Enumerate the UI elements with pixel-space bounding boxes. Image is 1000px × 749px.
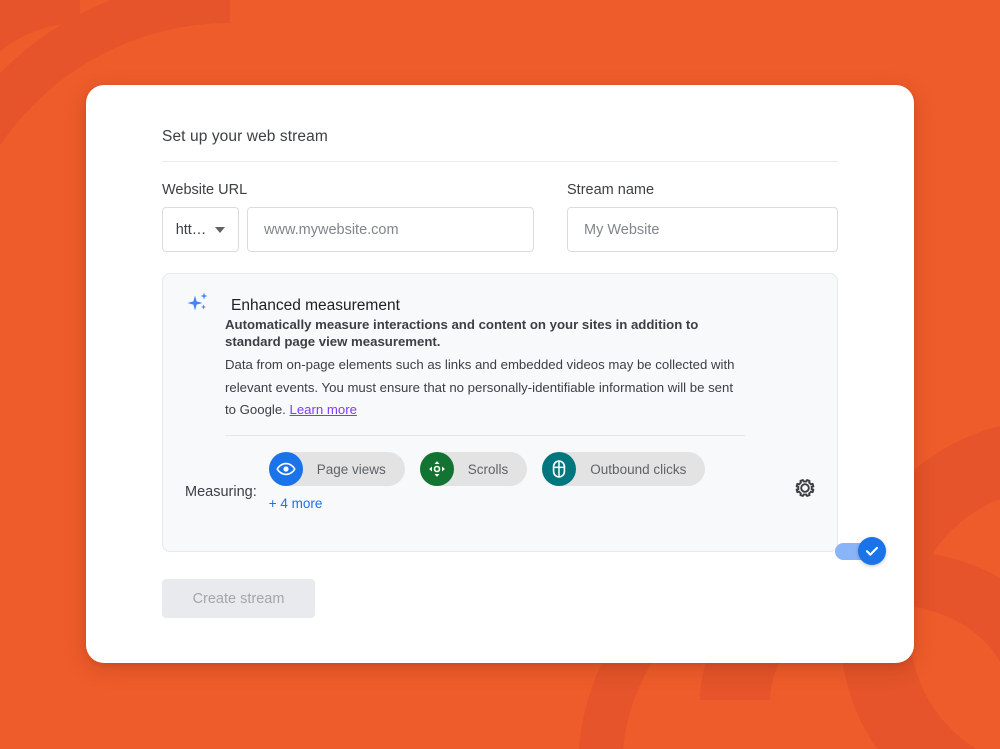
chip-page-views[interactable]: Page views (268, 452, 405, 486)
chip-label: Scrolls (467, 461, 509, 477)
more-measurements-link[interactable]: + 4 more (269, 496, 323, 511)
chip-label: Outbound clicks (590, 461, 687, 477)
chip-label: Page views (316, 461, 386, 477)
chip-outbound-clicks[interactable]: Outbound clicks (542, 452, 706, 486)
description-strong: Automatically measure interactions and c… (225, 317, 699, 349)
chip-scrolls[interactable]: Scrolls (419, 452, 528, 486)
toggle-thumb (858, 537, 886, 565)
eye-icon (268, 452, 303, 486)
stream-name-label: Stream name (567, 182, 655, 198)
measuring-label: Measuring: (185, 484, 257, 500)
measuring-chips: Page views Scrolls Outbound clicks (268, 452, 793, 486)
website-url-controls: htt… (162, 207, 534, 252)
stream-name-input[interactable] (567, 207, 838, 252)
website-url-label: Website URL (162, 182, 248, 198)
stream-form: Website URL htt… Stream name (162, 182, 838, 252)
learn-more-link[interactable]: Learn more (290, 402, 357, 417)
measurement-settings-button[interactable] (793, 452, 817, 500)
check-icon (865, 546, 879, 556)
protocol-select-value: htt… (175, 221, 207, 238)
measuring-chips-column: Page views Scrolls Outbound clicks + 4 m… (268, 452, 793, 513)
stream-name-field-group: Stream name (567, 182, 838, 252)
enhanced-measurement-description: Automatically measure interactions and c… (225, 316, 745, 422)
sparkle-icon (185, 290, 211, 321)
enhanced-measurement-title: Enhanced measurement (231, 296, 400, 314)
gear-icon (795, 479, 815, 497)
measuring-row: Measuring: Page views Scrolls Outbound c… (185, 452, 817, 513)
setup-web-stream-card: Set up your web stream Website URL htt… … (86, 85, 914, 663)
scroll-move-icon (419, 452, 454, 486)
page-title: Set up your web stream (162, 128, 328, 145)
protocol-select[interactable]: htt… (162, 207, 239, 252)
enhanced-measurement-panel: Enhanced measurement Automatically measu… (162, 273, 886, 565)
title-divider (162, 161, 838, 162)
website-url-field-group: Website URL htt… (162, 182, 534, 252)
mouse-icon (542, 452, 577, 486)
panel-inner-divider (225, 435, 745, 436)
create-stream-button[interactable]: Create stream (162, 579, 315, 618)
enhanced-measurement-toggle[interactable] (835, 537, 887, 565)
website-url-input[interactable] (247, 207, 534, 252)
description-rest-wrapper: Data from on-page elements such as links… (225, 354, 745, 422)
chevron-down-icon (215, 226, 226, 233)
